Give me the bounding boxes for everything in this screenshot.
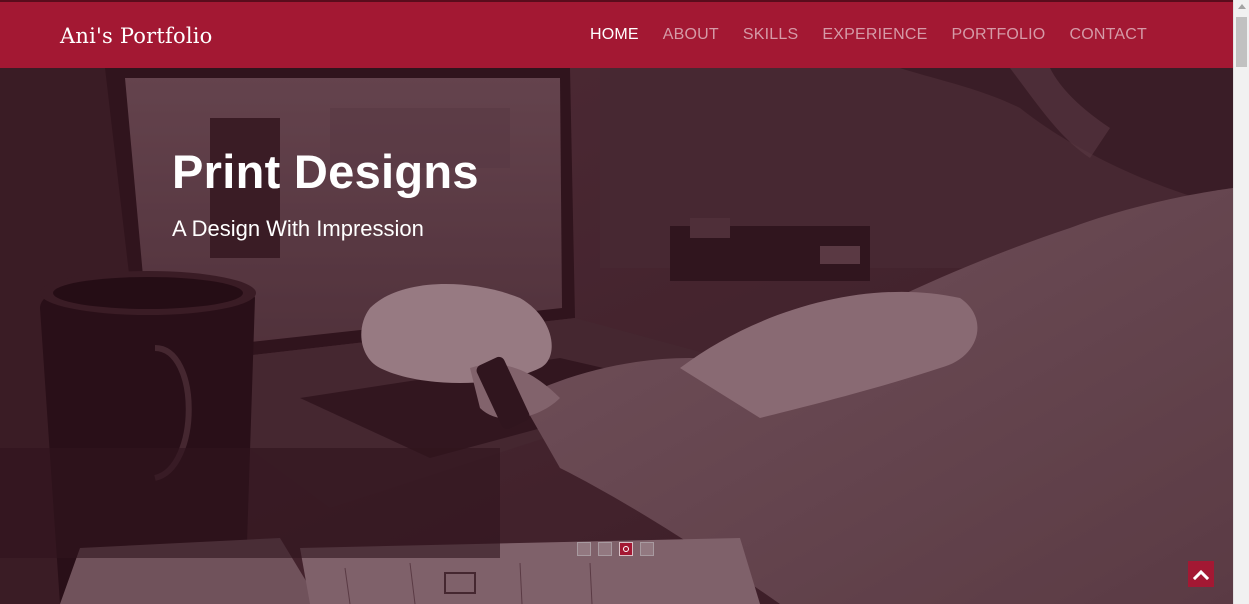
back-to-top-button[interactable] (1188, 561, 1214, 587)
slide-indicator-3[interactable] (619, 542, 633, 556)
nav-experience[interactable]: EXPERIENCE (822, 26, 927, 44)
slider-indicators (577, 542, 661, 556)
viewport: Print Designs A Design With Impression A… (0, 0, 1233, 604)
slide-indicator-1[interactable] (577, 542, 591, 556)
scrollbar-thumb[interactable] (1236, 17, 1247, 67)
nav-portfolio[interactable]: PORTFOLIO (951, 26, 1045, 44)
hero-subtitle: A Design With Impression (172, 216, 424, 241)
scroll-up-arrow-icon[interactable] (1238, 4, 1246, 9)
nav-home[interactable]: HOME (590, 26, 639, 44)
top-navbar: Ani's Portfolio HOME ABOUT SKILLS EXPERI… (0, 0, 1233, 68)
nav-skills[interactable]: SKILLS (743, 26, 798, 44)
slide-indicator-2[interactable] (598, 542, 612, 556)
chevron-up-icon (1193, 569, 1209, 580)
nav-contact[interactable]: CONTACT (1069, 26, 1147, 44)
main-nav: HOME ABOUT SKILLS EXPERIENCE PORTFOLIO C… (566, 26, 1147, 44)
hero-slider: Print Designs A Design With Impression (0, 68, 1233, 604)
hero-title: Print Designs (172, 145, 479, 198)
vertical-scrollbar[interactable] (1233, 0, 1249, 604)
slide-indicator-4[interactable] (640, 542, 654, 556)
nav-about[interactable]: ABOUT (663, 26, 719, 44)
brand-logo[interactable]: Ani's Portfolio (60, 24, 213, 48)
